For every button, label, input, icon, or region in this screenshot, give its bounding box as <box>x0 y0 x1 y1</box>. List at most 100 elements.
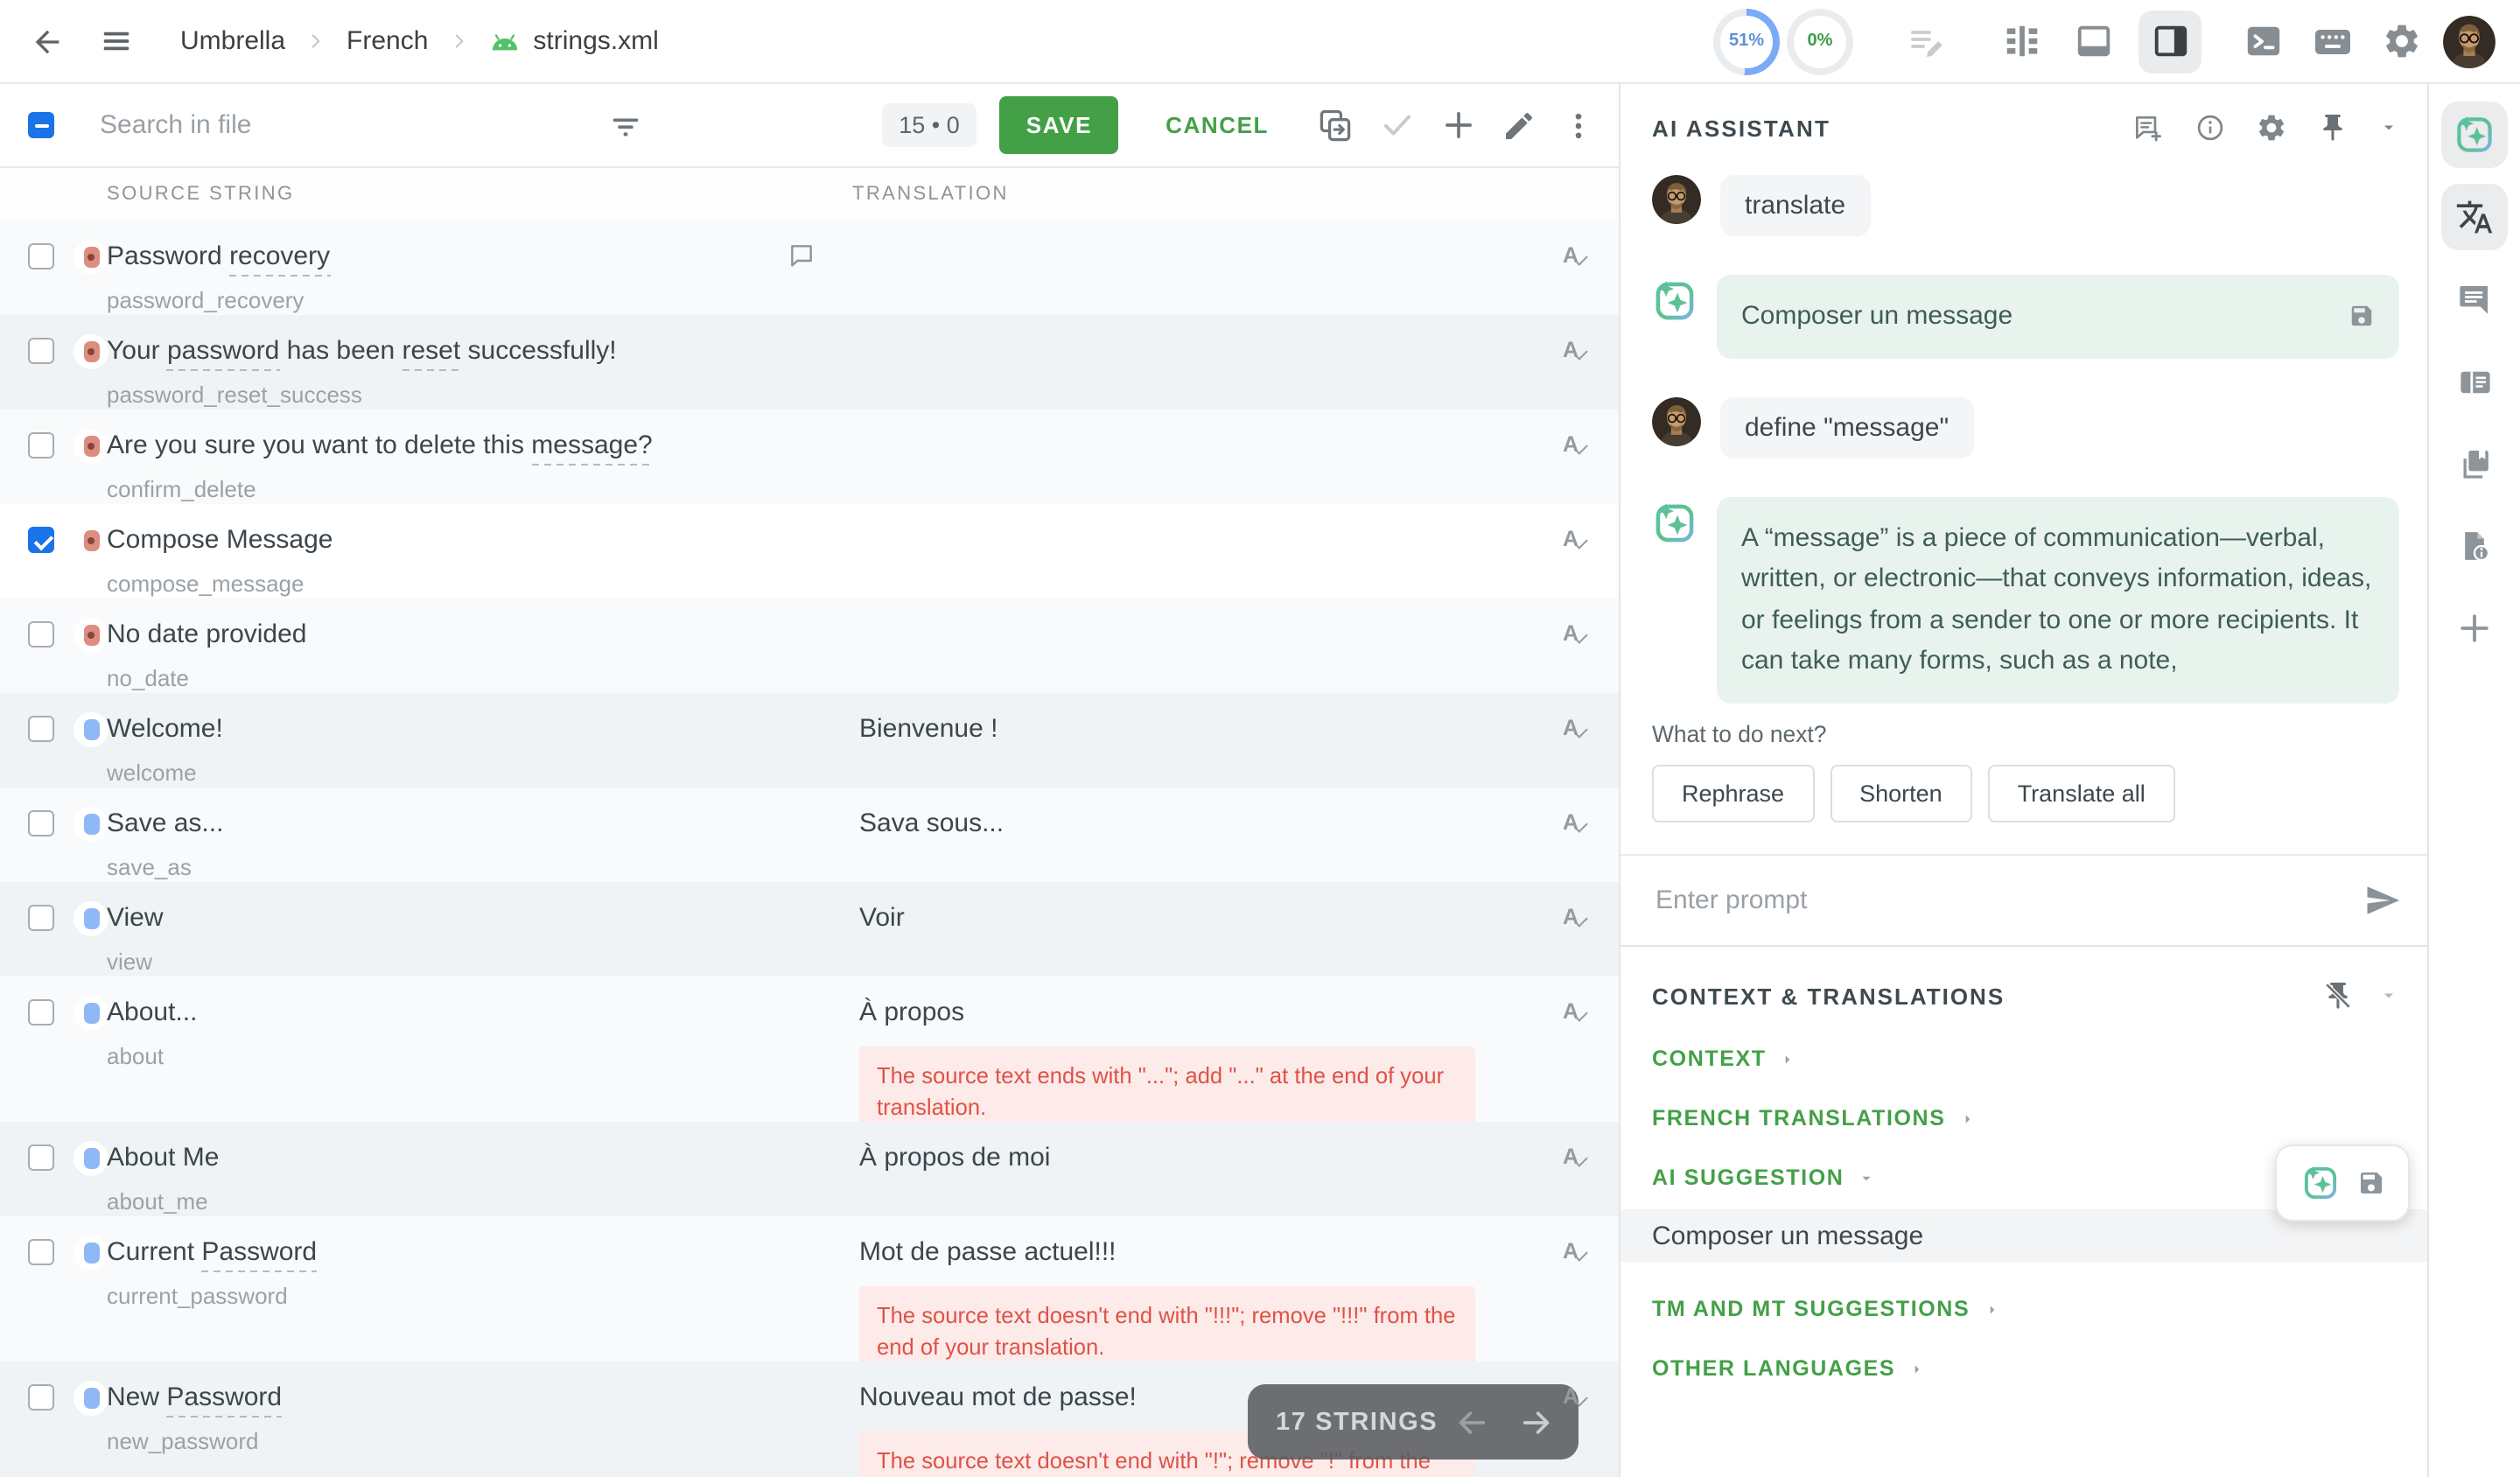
spellcheck-icon[interactable]: A <box>1563 901 1591 933</box>
row-checkbox[interactable] <box>28 243 54 270</box>
breadcrumb-project[interactable]: Umbrella <box>180 26 285 56</box>
collapse-chevron-icon[interactable] <box>2378 117 2399 138</box>
row-checkbox[interactable] <box>28 432 54 458</box>
translated-progress-ring[interactable]: 51% <box>1713 8 1780 74</box>
previous-page-icon[interactable] <box>1454 1404 1489 1439</box>
table-row[interactable]: Save as...save_asSava sous...A <box>0 788 1619 882</box>
ai-assistant-panel: AI ASSISTANT translateComposer un messag… <box>1620 84 2427 1477</box>
row-checkbox[interactable] <box>28 1144 54 1171</box>
breadcrumb-file: strings.xml <box>533 26 658 56</box>
more-options-icon[interactable] <box>1561 108 1596 143</box>
source-string: Compose Message <box>107 525 779 555</box>
comments-tab-icon[interactable] <box>2441 266 2508 332</box>
section-tm-and-mt-suggestions[interactable]: TM AND MT SUGGESTIONS <box>1652 1297 2399 1321</box>
spellcheck-icon[interactable]: A <box>1563 712 1591 744</box>
row-checkbox[interactable] <box>28 905 54 931</box>
info-icon[interactable] <box>2194 112 2226 144</box>
spellcheck-icon[interactable]: A <box>1563 1381 1591 1412</box>
keyboard-shortcuts-icon[interactable] <box>2312 20 2354 62</box>
spellcheck-icon[interactable]: A <box>1563 618 1591 649</box>
bottom-panel-view-icon[interactable] <box>2074 21 2114 61</box>
translate-all-button[interactable]: Translate all <box>1988 765 2175 822</box>
menu-icon[interactable] <box>100 24 133 58</box>
row-checkbox[interactable] <box>28 1239 54 1265</box>
cancel-button[interactable]: CANCEL <box>1155 110 1279 140</box>
spellcheck-icon[interactable]: A <box>1563 807 1591 838</box>
comment-icon[interactable] <box>788 242 816 270</box>
table-row[interactable]: ViewviewVoirA <box>0 882 1619 976</box>
ai-assistant-tab-icon[interactable] <box>2441 102 2508 168</box>
spellcheck-icon[interactable]: A <box>1563 523 1591 555</box>
user-avatar[interactable] <box>2443 15 2496 67</box>
ai-settings-gear-icon[interactable] <box>2256 112 2287 144</box>
breadcrumb-language[interactable]: French <box>346 26 428 56</box>
table-row[interactable]: About...aboutÀ proposThe source text end… <box>0 976 1619 1122</box>
add-string-icon[interactable] <box>1440 107 1477 144</box>
new-conversation-icon[interactable] <box>2132 111 2165 144</box>
string-rows: Password recoverypassword_recoveryAYour … <box>0 220 1619 1477</box>
side-by-side-view-icon[interactable] <box>2002 21 2042 61</box>
approve-icon[interactable] <box>1379 107 1416 144</box>
pin-panel-icon[interactable] <box>2317 112 2348 144</box>
table-row[interactable]: About Meabout_meÀ propos de moiA <box>0 1122 1619 1216</box>
unpin-section-icon[interactable] <box>2322 980 2354 1012</box>
spellcheck-icon[interactable]: A <box>1563 429 1591 460</box>
status-dot-untranslated <box>74 240 108 275</box>
section-french-translations[interactable]: FRENCH TRANSLATIONS <box>1652 1106 2399 1130</box>
spellcheck-icon[interactable]: A <box>1563 1236 1591 1267</box>
settings-gear-icon[interactable] <box>2382 21 2422 61</box>
source-string: New Password <box>107 1382 779 1412</box>
edit-pencil-icon[interactable] <box>1502 108 1536 143</box>
row-checkbox[interactable] <box>28 716 54 742</box>
console-icon[interactable] <box>2244 21 2284 61</box>
chevron-right-icon <box>1908 1359 1927 1378</box>
section-context[interactable]: CONTEXT <box>1652 1046 2399 1071</box>
spellcheck-icon[interactable]: A <box>1563 240 1591 271</box>
add-tab-icon[interactable] <box>2441 595 2508 662</box>
search-input[interactable] <box>96 108 534 142</box>
assistant-message: Composer un message <box>1717 275 2399 358</box>
table-row[interactable]: Compose Messagecompose_messageA <box>0 504 1619 598</box>
table-row[interactable]: Password recoverypassword_recoveryA <box>0 220 1619 315</box>
table-row[interactable]: Welcome!welcomeBienvenue !A <box>0 693 1619 788</box>
row-checkbox[interactable] <box>28 1384 54 1410</box>
select-all-checkbox[interactable] <box>28 112 54 138</box>
spellcheck-icon[interactable]: A <box>1563 996 1591 1027</box>
spellcheck-icon[interactable]: A <box>1563 1141 1591 1172</box>
approved-progress-ring[interactable]: 0% <box>1787 8 1853 74</box>
table-row[interactable]: Are you sure you want to delete this mes… <box>0 410 1619 504</box>
context-tab-icon[interactable] <box>2441 348 2508 415</box>
shorten-button[interactable]: Shorten <box>1830 765 1972 822</box>
prompt-input[interactable] <box>1652 884 2364 917</box>
row-checkbox[interactable] <box>28 527 54 553</box>
next-page-icon[interactable] <box>1519 1404 1554 1439</box>
save-button[interactable]: SAVE <box>1000 96 1118 154</box>
draft-edit-icon[interactable] <box>1906 20 1948 62</box>
table-row[interactable]: No date providedno_dateA <box>0 598 1619 693</box>
ai-suggestion-icon[interactable] <box>2300 1164 2339 1202</box>
translated-progress-value: 51% <box>1720 15 1773 67</box>
table-row[interactable]: Current Passwordcurrent_passwordMot de p… <box>0 1216 1619 1362</box>
file-info-tab-icon[interactable] <box>2441 513 2508 579</box>
rephrase-button[interactable]: Rephrase <box>1652 765 1814 822</box>
right-panel-view-icon-active[interactable] <box>2138 10 2202 73</box>
source-string: Welcome! <box>107 714 779 744</box>
status-dot-untranslated <box>74 334 108 369</box>
row-checkbox[interactable] <box>28 338 54 364</box>
table-row[interactable]: Your password has been reset successfull… <box>0 315 1619 410</box>
send-prompt-icon[interactable] <box>2364 882 2401 919</box>
save-suggestion-icon[interactable] <box>2348 304 2375 330</box>
back-icon[interactable] <box>30 24 65 59</box>
row-checkbox[interactable] <box>28 621 54 648</box>
row-checkbox[interactable] <box>28 999 54 1026</box>
approved-progress-value: 0% <box>1794 15 1846 67</box>
section-other-languages[interactable]: OTHER LANGUAGES <box>1652 1356 2399 1381</box>
filter-icon[interactable] <box>609 110 642 144</box>
row-checkbox[interactable] <box>28 810 54 836</box>
copy-source-icon[interactable] <box>1316 106 1354 144</box>
translations-tab-icon[interactable] <box>2441 184 2508 250</box>
spellcheck-icon[interactable]: A <box>1563 334 1591 366</box>
save-suggestion-icon[interactable] <box>2356 1169 2384 1197</box>
collapse-section-chevron-icon[interactable] <box>2378 985 2399 1006</box>
glossary-tab-icon[interactable] <box>2441 430 2508 497</box>
